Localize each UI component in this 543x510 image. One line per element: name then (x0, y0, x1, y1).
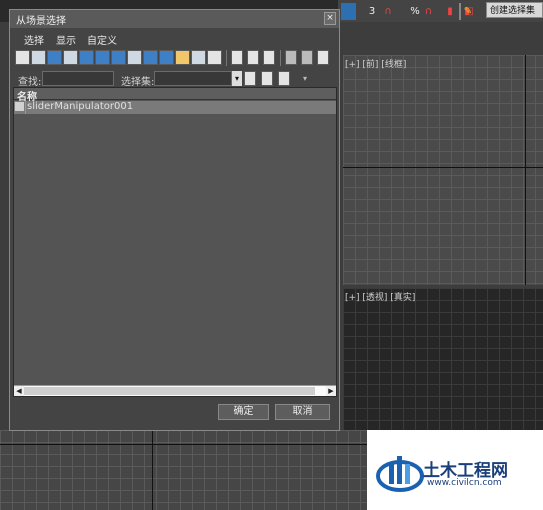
filter-funnel-icon[interactable] (285, 50, 297, 65)
percent-snap-icon[interactable]: % (409, 3, 421, 20)
cancel-button[interactable]: 取消 (275, 404, 330, 420)
filter-toolbar (13, 50, 335, 68)
scene-object-list[interactable]: 名称 sliderManipulator001 ◀ ▶ (13, 87, 337, 397)
display-dependents-icon[interactable] (207, 50, 222, 65)
axis-line (343, 167, 543, 168)
scroll-left-icon[interactable]: ◀ (14, 386, 24, 396)
select-from-scene-dialog: 从场景选择 × 选择 显示 自定义 查找: 选择集: ▾ ▾ 名称 slider… (9, 9, 340, 431)
row-separator (25, 101, 26, 114)
list-options-icon[interactable] (317, 50, 329, 65)
watermark-logo: 土木工程网 www.civilcn.com (367, 430, 543, 510)
remove-set-icon[interactable] (278, 71, 290, 86)
filter-geometry-icon[interactable] (15, 50, 30, 65)
menu-bar: 选择 显示 自定义 (10, 29, 339, 48)
select-tool-icon[interactable] (341, 3, 356, 20)
perspective-viewport-label[interactable]: [+] [透视] [真实] (345, 290, 415, 303)
list-item[interactable]: sliderManipulator001 (14, 101, 336, 114)
select-none-icon[interactable] (247, 50, 259, 65)
axis-line (525, 55, 526, 285)
pencil-icon[interactable]: ✎ (460, 3, 476, 20)
front-viewport-label[interactable]: [+] [前] [线框] (345, 57, 406, 70)
filter-bones-icon[interactable] (143, 50, 158, 65)
find-input[interactable] (42, 71, 114, 86)
list-header: 名称 (14, 88, 336, 103)
edit-named-sel-icon[interactable]: ▮ (443, 3, 457, 20)
ok-button[interactable]: 确定 (218, 404, 269, 420)
menu-select[interactable]: 选择 (24, 32, 44, 47)
scroll-right-icon[interactable]: ▶ (326, 386, 336, 396)
find-label: 查找: (18, 77, 42, 88)
menu-customize[interactable]: 自定义 (87, 32, 117, 47)
logo-url: www.civilcn.com (427, 478, 502, 488)
snap-counter[interactable]: 3 (366, 3, 378, 20)
create-selection-set-dropdown[interactable]: 创建选择集 (486, 2, 543, 18)
filter-frozen-icon[interactable] (175, 50, 190, 65)
angle-snap-icon[interactable]: ∩ (378, 3, 398, 20)
filter-xrefs-icon[interactable] (127, 50, 142, 65)
scrollbar-thumb[interactable] (24, 387, 315, 395)
selection-set-label: 选择集: (121, 77, 155, 88)
edit-set-icon[interactable] (261, 71, 273, 86)
filter-containers-icon[interactable] (159, 50, 174, 65)
add-set-icon[interactable] (244, 71, 256, 86)
menu-display[interactable]: 显示 (56, 32, 76, 47)
filter-hidden-icon[interactable] (191, 50, 206, 65)
spinner-snap-icon[interactable]: ∩ (421, 3, 436, 20)
selection-set-dropdown[interactable]: ▾ (232, 71, 242, 86)
filter-lights-icon[interactable] (47, 50, 62, 65)
find-row: 查找: 选择集: ▾ ▾ (10, 70, 339, 88)
dialog-title: 从场景选择 (16, 16, 66, 27)
toolbar-separator (226, 50, 227, 66)
logo-mark-icon (376, 456, 424, 492)
filter-shapes-icon[interactable] (31, 50, 46, 65)
front-viewport[interactable]: [+] [前] [线框] (343, 55, 543, 285)
filter-spacewarps-icon[interactable] (95, 50, 110, 65)
select-invert-icon[interactable] (263, 50, 275, 65)
object-name: sliderManipulator001 (27, 101, 134, 112)
filter-helpers-icon[interactable] (79, 50, 94, 65)
selection-set-input[interactable] (154, 71, 232, 86)
toolbar-separator (280, 50, 281, 66)
close-button[interactable]: × (324, 12, 336, 25)
helper-object-icon (15, 102, 24, 111)
filter-cameras-icon[interactable] (63, 50, 78, 65)
select-all-icon[interactable] (231, 50, 243, 65)
axis-line (0, 444, 367, 445)
filter-groups-icon[interactable] (111, 50, 126, 65)
horizontal-scrollbar[interactable]: ◀ ▶ (14, 385, 336, 396)
left-viewport[interactable] (0, 430, 367, 510)
chevron-down-icon[interactable]: ▾ (300, 71, 310, 86)
dialog-titlebar[interactable]: 从场景选择 × (10, 10, 339, 28)
filter-options-icon[interactable] (301, 50, 313, 65)
axis-line (152, 430, 153, 510)
